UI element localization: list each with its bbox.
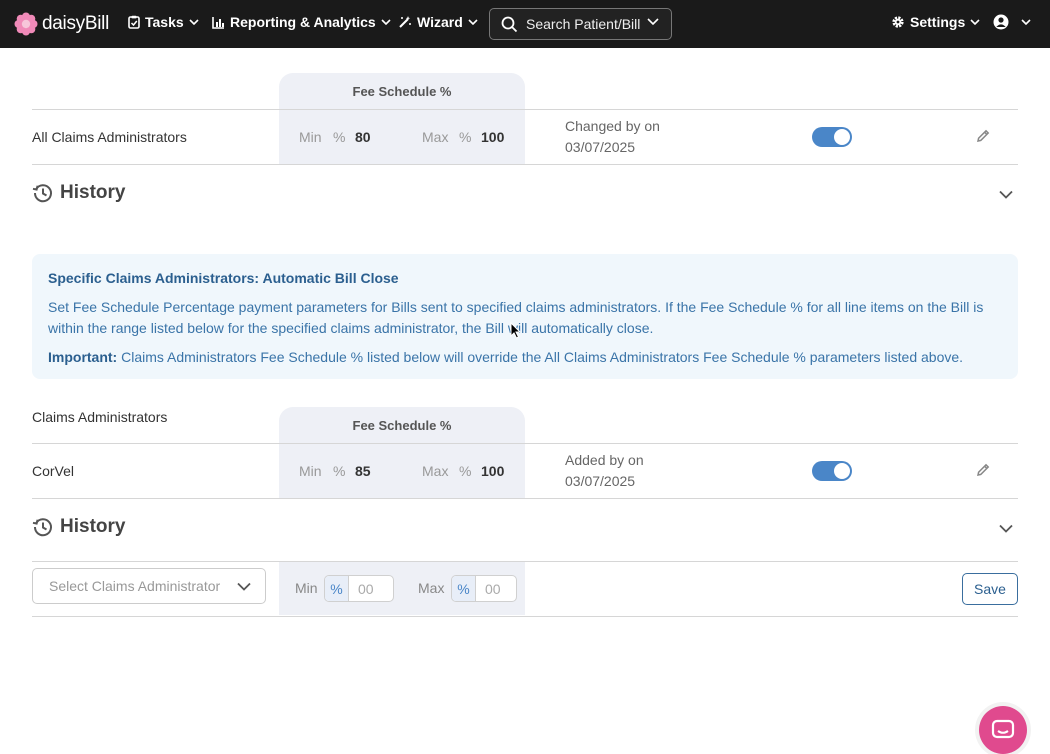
- chevron-down-icon: [381, 19, 391, 25]
- percent-addon: %: [325, 576, 349, 601]
- divider: [32, 443, 1018, 444]
- divider: [32, 109, 1018, 110]
- added-info: Added by on 03/07/2025: [565, 450, 644, 492]
- min-value: 85: [355, 463, 371, 479]
- nav-user-menu[interactable]: [993, 14, 1031, 30]
- all-claims-admin-label: All Claims Administrators: [32, 129, 187, 145]
- info-body: Set Fee Schedule Percentage payment para…: [48, 299, 984, 336]
- chevron-down-icon: [468, 19, 478, 25]
- percent-symbol: %: [459, 129, 472, 145]
- nav-settings[interactable]: Settings: [891, 14, 980, 30]
- max-label: Max: [422, 463, 449, 479]
- history-label: History: [60, 516, 126, 537]
- brand-logo[interactable]: daisyBill: [14, 12, 109, 36]
- divider: [32, 498, 1018, 499]
- nav-tasks[interactable]: Tasks: [128, 14, 199, 30]
- search-patient-bill[interactable]: Search Patient/Bill: [489, 8, 672, 40]
- pencil-icon[interactable]: [975, 462, 991, 478]
- fee-schedule-header: Fee Schedule %: [352, 84, 452, 99]
- change-by-text: Changed by on: [565, 118, 660, 134]
- claims-admin-column-label: Claims Administrators: [32, 409, 168, 425]
- select-placeholder: Select Claims Administrator: [49, 578, 221, 594]
- info-box: Specific Claims Administrators: Automati…: [32, 254, 1018, 379]
- nav-wizard-label: Wizard: [417, 14, 463, 30]
- clipboard-icon: [128, 15, 140, 29]
- chevron-down-icon: [1021, 19, 1031, 25]
- search-icon: [501, 16, 518, 32]
- history-icon: [32, 184, 52, 203]
- history-icon: [32, 518, 52, 537]
- history-label: History: [60, 182, 126, 203]
- top-nav: daisyBill Tasks Reporting & Analytics Wi…: [0, 0, 1050, 48]
- claims-admin-name: CorVel: [32, 463, 75, 479]
- max-placeholder: 00: [485, 580, 501, 597]
- nav-reporting[interactable]: Reporting & Analytics: [212, 14, 391, 30]
- chat-launcher-button[interactable]: [979, 706, 1027, 754]
- divider: [32, 561, 1018, 562]
- nav-tasks-label: Tasks: [145, 14, 184, 30]
- important-text: Claims Administrators Fee Schedule % lis…: [117, 349, 964, 365]
- min-label: Min: [295, 580, 318, 596]
- change-date: 03/07/2025: [565, 139, 636, 155]
- search-label: Search Patient/Bill: [526, 16, 641, 32]
- chart-icon: [212, 16, 224, 29]
- info-title: Specific Claims Administrators: Automati…: [48, 270, 399, 286]
- history-toggle[interactable]: History: [32, 516, 125, 538]
- percent-symbol: %: [333, 463, 346, 479]
- percent-addon: %: [452, 576, 476, 601]
- max-label: Max: [418, 580, 445, 596]
- main-content: Fee Schedule % All Claims Administrators…: [0, 48, 1050, 754]
- history-toggle[interactable]: History: [32, 182, 125, 204]
- nav-settings-label: Settings: [910, 14, 966, 30]
- pencil-icon[interactable]: [975, 128, 991, 144]
- min-label: Min: [299, 463, 322, 479]
- brand-name: daisyBill: [42, 13, 109, 34]
- enable-toggle[interactable]: [812, 461, 852, 481]
- chevron-down-icon[interactable]: [999, 190, 1013, 199]
- daisy-icon: [14, 12, 38, 36]
- nav-wizard[interactable]: Wizard: [398, 14, 478, 30]
- info-important: Important: Claims Administrators Fee Sch…: [48, 347, 1002, 368]
- important-label: Important:: [48, 349, 118, 365]
- max-value: 100: [481, 129, 505, 145]
- max-label: Max: [422, 129, 449, 145]
- max-percent-input[interactable]: % 00: [451, 575, 517, 602]
- min-value: 80: [355, 129, 371, 145]
- chevron-down-icon: [189, 19, 199, 25]
- chat-icon: [991, 719, 1015, 739]
- chevron-down-icon: [970, 19, 980, 25]
- fee-schedule-header: Fee Schedule %: [352, 418, 452, 433]
- gear-icon: [892, 16, 904, 28]
- nav-reporting-label: Reporting & Analytics: [230, 14, 376, 30]
- user-avatar-icon: [993, 14, 1009, 30]
- min-percent-input[interactable]: % 00: [324, 575, 394, 602]
- claims-admin-select[interactable]: Select Claims Administrator: [32, 568, 266, 604]
- chevron-down-icon: [237, 582, 251, 591]
- divider: [32, 616, 1018, 617]
- percent-symbol: %: [459, 463, 472, 479]
- change-info: Changed by on 03/07/2025: [565, 116, 660, 158]
- chevron-down-icon[interactable]: [999, 524, 1013, 533]
- added-by-text: Added by on: [565, 452, 644, 468]
- added-date: 03/07/2025: [565, 473, 636, 489]
- divider: [32, 164, 1018, 165]
- min-label: Min: [299, 129, 322, 145]
- chevron-down-icon: [647, 18, 659, 26]
- magic-wand-icon: [399, 16, 411, 28]
- min-placeholder: 00: [358, 580, 374, 597]
- save-button[interactable]: Save: [962, 573, 1018, 605]
- max-value: 100: [481, 463, 505, 479]
- percent-symbol: %: [333, 129, 346, 145]
- mouse-cursor-icon: [510, 322, 521, 339]
- enable-toggle[interactable]: [812, 127, 852, 147]
